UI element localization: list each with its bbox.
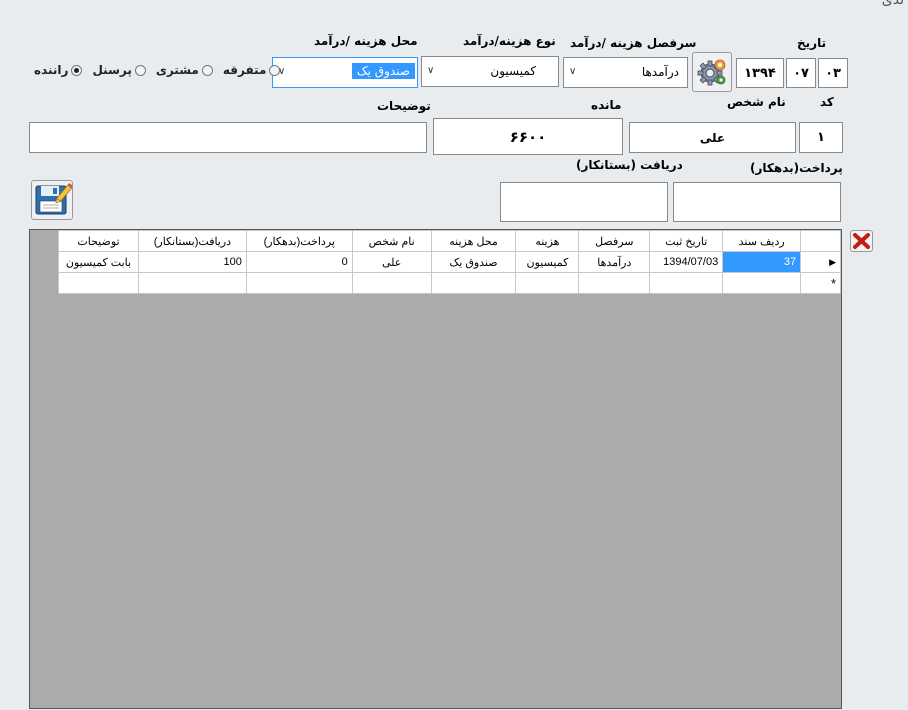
balance-label: مانده (591, 98, 622, 112)
date-year-field[interactable]: ۱۳۹۴ (736, 58, 784, 88)
cell-empty[interactable] (58, 272, 139, 294)
balance-field: ۶۶۰۰ (433, 118, 623, 155)
radio-misc[interactable]: متفرقه (223, 63, 281, 77)
cell-empty[interactable] (137, 272, 247, 294)
header-combo[interactable]: درآمدها ∨ (563, 57, 688, 88)
cell-empty[interactable] (515, 272, 580, 294)
radio-label: متفرقه (222, 63, 267, 77)
col-header-date[interactable]: تاریخ ثبت (649, 230, 724, 252)
col-header-description[interactable]: توضیحات (58, 230, 139, 252)
cell-empty[interactable] (351, 272, 432, 294)
radio-staff[interactable]: پرسنل (92, 63, 146, 77)
receipt-field[interactable] (500, 182, 668, 222)
cell-location[interactable]: صندوق یک (430, 251, 517, 273)
table-header-row: توضیحات دریافت(بستانکار) پرداخت(بدهکار) … (58, 230, 841, 252)
col-header-expense[interactable]: هزینه (515, 230, 580, 252)
new-row-indicator[interactable]: * (800, 272, 841, 294)
chevron-down-icon[interactable]: ∨ (427, 65, 434, 76)
radio-indicator[interactable] (134, 64, 146, 76)
cell-expense[interactable]: کمیسیون (515, 251, 580, 273)
date-month-field[interactable]: ۰۷ (786, 58, 816, 88)
cell-doc-id[interactable]: 37 (722, 251, 802, 273)
cell-empty[interactable] (649, 272, 724, 294)
radio-indicator[interactable] (201, 64, 213, 76)
col-header-doc-id[interactable]: ردیف سند (722, 230, 802, 252)
settings-button[interactable] (692, 52, 732, 92)
radio-indicator[interactable] (71, 64, 83, 76)
cell-category[interactable]: درآمدها (578, 251, 651, 273)
save-button[interactable] (31, 180, 74, 220)
radio-label: پرسنل (92, 63, 132, 77)
col-header-category[interactable]: سرفصل (578, 230, 651, 252)
type-combo-value: کمیسیون (490, 64, 536, 78)
cell-description[interactable]: بابت کمیسیون (58, 251, 139, 273)
location-combo-value: صندوق یک (351, 63, 415, 79)
person-label: نام شخص (727, 95, 786, 109)
radio-label: مشتری (155, 63, 199, 77)
type-combo-label: نوع هزینه/درآمد (463, 34, 556, 48)
radio-label: راننده (34, 63, 69, 77)
location-combo[interactable]: صندوق یک ∨ (272, 57, 418, 88)
date-day-field[interactable]: ۰۳ (818, 58, 848, 88)
col-header-payment[interactable]: پرداخت(بدهکار) (245, 230, 353, 252)
cell-empty[interactable] (578, 272, 651, 294)
person-type-radio-group: راننده پرسنل مشتری متفرقه (34, 63, 281, 77)
gear-icon (697, 59, 726, 86)
payment-label: پرداخت(بدهکار) (750, 161, 843, 175)
header-combo-value: درآمدها (641, 65, 679, 79)
type-combo[interactable]: کمیسیون ∨ (421, 56, 559, 87)
cell-empty[interactable] (430, 272, 517, 294)
cell-person[interactable]: علی (351, 251, 432, 273)
col-header-location[interactable]: محل هزینه (430, 230, 517, 252)
cell-empty[interactable] (722, 272, 802, 294)
table-new-row[interactable]: * (58, 272, 841, 294)
header-combo-label: سرفصل هزینه /درآمد (570, 36, 697, 50)
delete-button[interactable] (850, 230, 873, 252)
row-header-corner (800, 230, 841, 252)
receipt-label: دریافت (بستانکار) (576, 158, 683, 172)
chevron-down-icon[interactable]: ∨ (569, 66, 576, 77)
col-header-receipt[interactable]: دریافت(بستانکار) (137, 230, 247, 252)
date-label: تاریخ (797, 36, 827, 50)
cell-empty[interactable] (245, 272, 353, 294)
table-row[interactable]: بابت کمیسیون 100 0 علی صندوق یک کمیسیون … (58, 251, 841, 273)
cell-date[interactable]: 1394/07/03 (649, 251, 724, 273)
current-row-indicator[interactable]: ▶ (800, 251, 841, 273)
col-header-person[interactable]: نام شخص (351, 230, 432, 252)
save-icon (35, 182, 74, 215)
records-table: توضیحات دریافت(بستانکار) پرداخت(بدهکار) … (58, 230, 841, 294)
radio-customer[interactable]: مشتری (156, 63, 213, 77)
person-field[interactable]: علی (629, 122, 796, 153)
radio-indicator[interactable] (269, 64, 281, 76)
location-combo-label: محل هزینه /درآمد (314, 34, 418, 48)
window-title-fragment: ندی (881, 0, 904, 8)
description-field[interactable] (29, 122, 427, 153)
cell-payment[interactable]: 0 (245, 251, 353, 273)
radio-driver[interactable]: راننده (34, 63, 83, 77)
payment-field[interactable] (673, 182, 841, 222)
close-icon (853, 233, 870, 249)
code-label: کد (820, 95, 834, 109)
code-field[interactable]: ۱ (799, 122, 843, 153)
records-grid[interactable]: توضیحات دریافت(بستانکار) پرداخت(بدهکار) … (29, 229, 842, 709)
description-label: توضیحات (377, 99, 431, 113)
cell-receipt[interactable]: 100 (137, 251, 247, 273)
